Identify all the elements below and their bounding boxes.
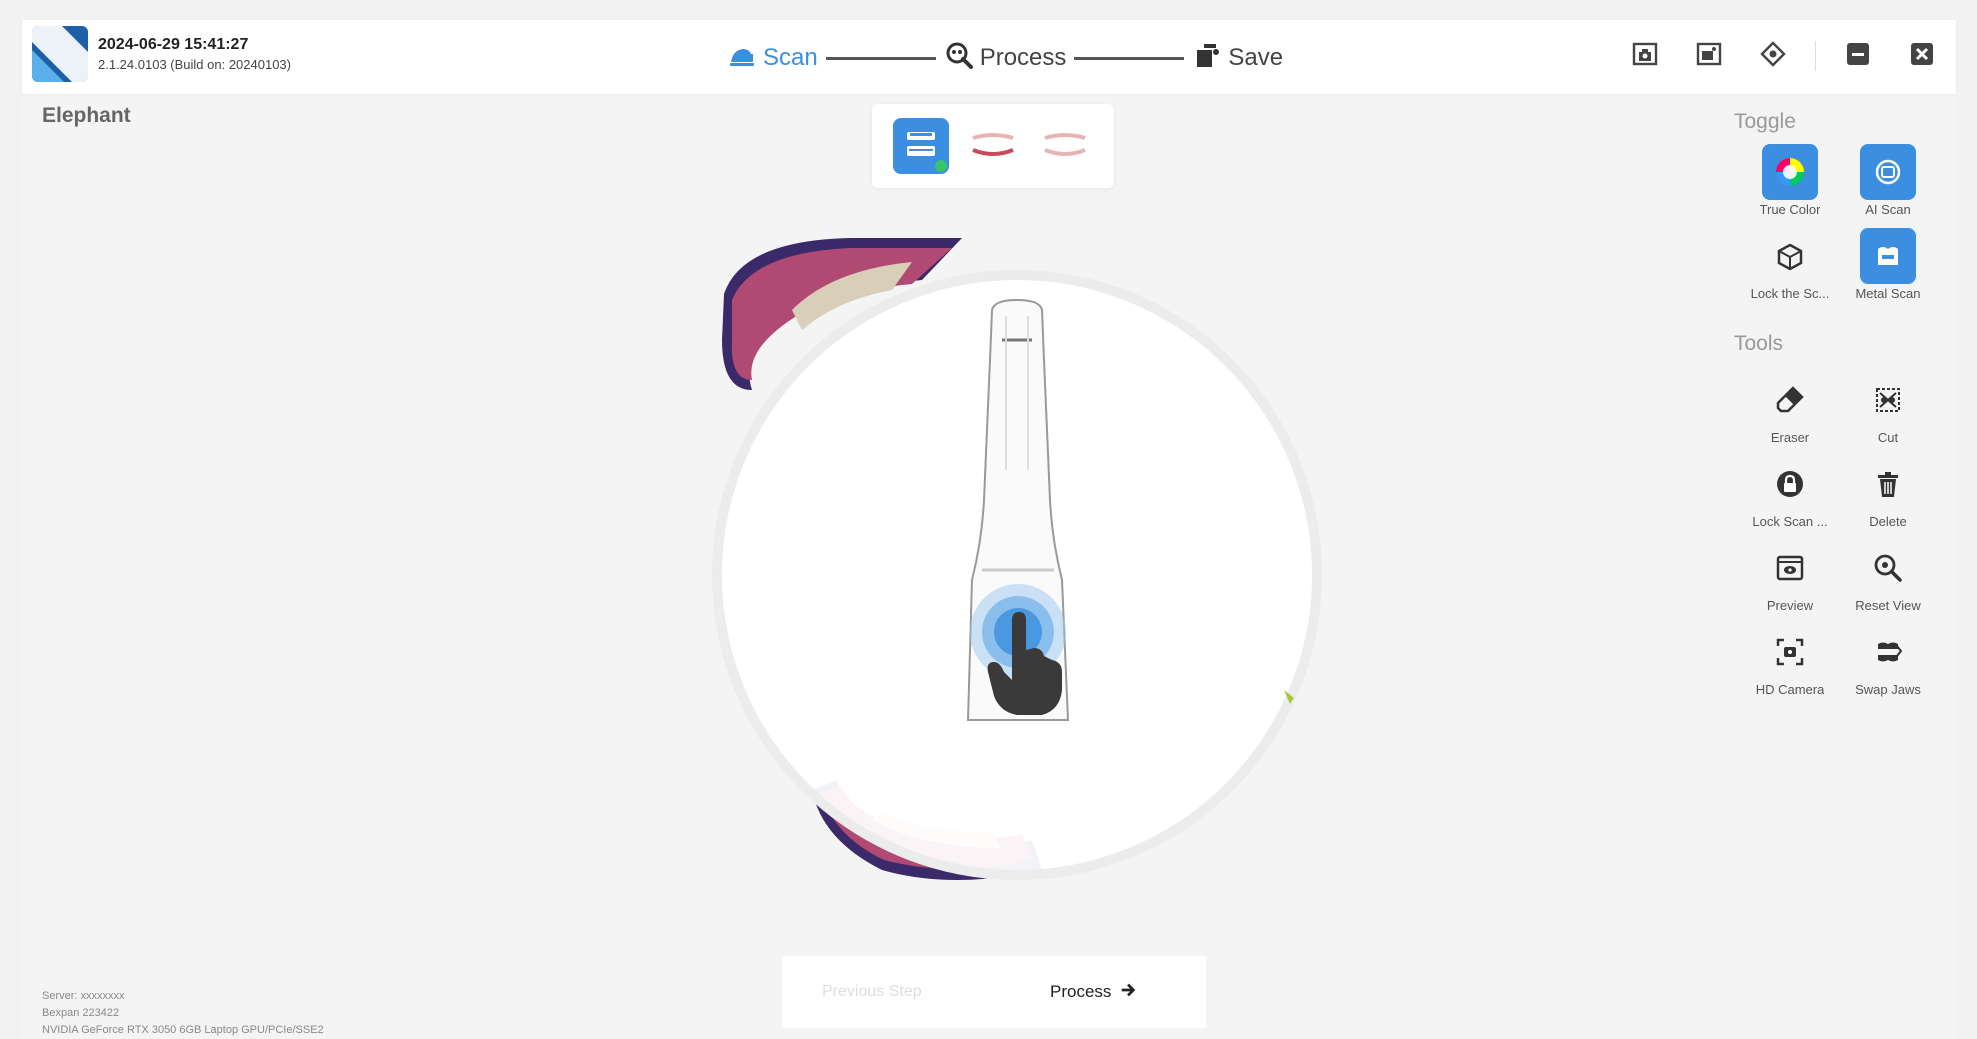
hd-camera-icon bbox=[1762, 624, 1818, 680]
close-button[interactable] bbox=[1900, 36, 1944, 76]
reset-view-label: Reset View bbox=[1855, 598, 1921, 613]
build-info: 2024-06-29 15:41:27 2.1.24.0103 (Build o… bbox=[98, 35, 291, 75]
case-name: Elephant bbox=[42, 104, 131, 127]
jaw-both-button[interactable] bbox=[893, 118, 949, 174]
metal-icon bbox=[1860, 228, 1916, 284]
cut-label: Cut bbox=[1877, 430, 1899, 445]
system-info: Server: xxxxxxxx Bexpan 223422 NVIDIA Ge… bbox=[42, 988, 324, 1039]
jaw-lower-button[interactable] bbox=[1037, 118, 1093, 174]
eraser-tool[interactable]: Eraser bbox=[1741, 372, 1839, 456]
metal-scan-label: Metal Scan bbox=[1855, 286, 1921, 301]
sysinfo-line: Bexpan 223422 bbox=[42, 1007, 120, 1019]
color-wheel-icon bbox=[1762, 144, 1818, 200]
window-controls bbox=[1623, 36, 1944, 76]
lock-scan-tool-label: Lock Scan ... bbox=[1752, 514, 1828, 529]
lower-jaw-icon bbox=[1040, 124, 1090, 169]
toggle-section-title: Toggle bbox=[1734, 110, 1796, 133]
sysinfo-line: Server: xxxxxxxx bbox=[42, 990, 125, 1002]
tools-grid: Eraser Cut Lock Scan ... Delete Preview … bbox=[1722, 372, 1956, 708]
ai-icon bbox=[1860, 144, 1916, 200]
step-process[interactable]: Process bbox=[944, 40, 1067, 77]
step-scan[interactable]: Scan bbox=[727, 40, 818, 77]
sysinfo-line: NVIDIA GeForce RTX 3050 6GB Laptop GPU/P… bbox=[42, 1024, 324, 1036]
upper-jaw-icon bbox=[968, 124, 1018, 169]
process-icon bbox=[944, 40, 974, 77]
bottom-action-bar: Previous Step Process bbox=[782, 956, 1206, 1028]
close-icon bbox=[1907, 39, 1937, 74]
jaw-upper-button[interactable] bbox=[965, 118, 1021, 174]
hd-camera-label: HD Camera bbox=[1755, 682, 1825, 697]
delete-label: Delete bbox=[1869, 514, 1907, 529]
lock-scan-toggle[interactable]: Lock the Sc... bbox=[1741, 228, 1839, 312]
step-scan-label: Scan bbox=[763, 44, 818, 71]
toggle-grid: True Color AI Scan Lock the Sc... Metal … bbox=[1722, 144, 1956, 312]
true-color-label: True Color bbox=[1759, 202, 1821, 217]
trash-icon bbox=[1860, 456, 1916, 512]
done-check-icon bbox=[935, 160, 947, 172]
preview-label: Preview bbox=[1766, 598, 1814, 613]
settings-button[interactable] bbox=[1751, 36, 1795, 76]
arrow-right-icon bbox=[1119, 981, 1137, 1004]
step-save-label: Save bbox=[1228, 44, 1284, 71]
swap-jaws-tool[interactable]: Swap Jaws bbox=[1839, 624, 1937, 708]
preview-tool[interactable]: Preview bbox=[1741, 540, 1839, 624]
process-button[interactable]: Process bbox=[1050, 981, 1137, 1004]
step-connector bbox=[825, 56, 936, 60]
jaw-selector bbox=[872, 104, 1114, 188]
eraser-icon bbox=[1762, 372, 1818, 428]
image-button[interactable] bbox=[1687, 36, 1731, 76]
header-divider bbox=[1815, 41, 1816, 71]
cut-tool[interactable]: Cut bbox=[1839, 372, 1937, 456]
hd-camera-tool[interactable]: HD Camera bbox=[1741, 624, 1839, 708]
minimize-icon bbox=[1843, 39, 1873, 74]
preview-icon bbox=[1762, 540, 1818, 596]
app-window: 2024-06-29 15:41:27 2.1.24.0103 (Build o… bbox=[22, 20, 1956, 1039]
screenshot-icon bbox=[1630, 39, 1660, 74]
reset-view-tool[interactable]: Reset View bbox=[1839, 540, 1937, 624]
minimize-button[interactable] bbox=[1836, 36, 1880, 76]
right-panel: Toggle True Color AI Scan Lock the Sc... bbox=[1722, 104, 1956, 1039]
reset-view-icon bbox=[1860, 540, 1916, 596]
swap-jaws-label: Swap Jaws bbox=[1855, 682, 1921, 697]
ai-scan-label: AI Scan bbox=[1865, 202, 1911, 217]
scan-canvas bbox=[712, 238, 1322, 880]
scan-viewport[interactable] bbox=[622, 220, 1382, 920]
save-icon bbox=[1192, 40, 1222, 77]
cut-icon bbox=[1860, 372, 1916, 428]
step-save[interactable]: Save bbox=[1192, 40, 1283, 77]
previous-step-button[interactable]: Previous Step bbox=[822, 983, 922, 1001]
step-connector bbox=[1074, 56, 1185, 60]
header-bar: 2024-06-29 15:41:27 2.1.24.0103 (Build o… bbox=[22, 20, 1956, 94]
settings-icon bbox=[1758, 39, 1788, 74]
lock-cube-icon bbox=[1762, 228, 1818, 284]
metal-scan-toggle[interactable]: Metal Scan bbox=[1839, 228, 1937, 312]
true-color-toggle[interactable]: True Color bbox=[1741, 144, 1839, 228]
lock-scan-label: Lock the Sc... bbox=[1750, 286, 1830, 301]
lock-icon bbox=[1762, 456, 1818, 512]
tools-section-title: Tools bbox=[1734, 332, 1784, 355]
image-icon bbox=[1694, 39, 1724, 74]
step-process-label: Process bbox=[979, 44, 1067, 71]
screenshot-button[interactable] bbox=[1623, 36, 1667, 76]
app-logo bbox=[32, 26, 88, 82]
datetime-text: 2024-06-29 15:41:27 bbox=[98, 36, 249, 53]
process-button-label: Process bbox=[1050, 982, 1112, 1001]
eraser-label: Eraser bbox=[1770, 430, 1810, 445]
delete-tool[interactable]: Delete bbox=[1839, 456, 1937, 540]
lock-scan-tool[interactable]: Lock Scan ... bbox=[1741, 456, 1839, 540]
scan-icon bbox=[727, 40, 757, 77]
workflow-steps: Scan Process Save bbox=[727, 38, 1283, 78]
swap-jaws-icon bbox=[1860, 624, 1916, 680]
version-text: 2.1.24.0103 (Build on: 20240103) bbox=[98, 57, 291, 72]
ai-scan-toggle[interactable]: AI Scan bbox=[1839, 144, 1937, 228]
